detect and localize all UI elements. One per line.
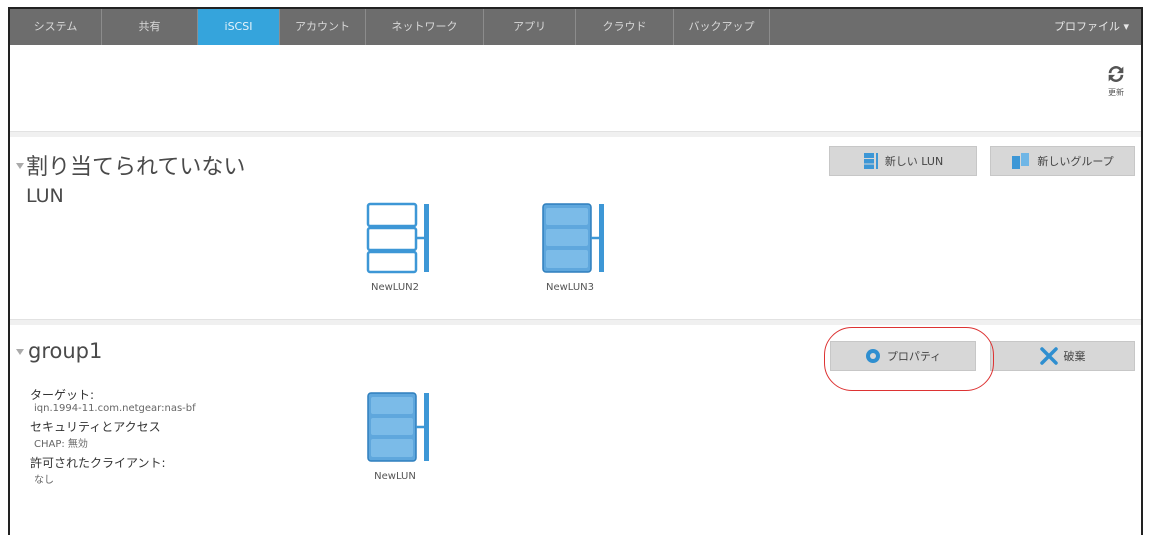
refresh-label: 更新 [1108, 88, 1124, 97]
refresh-button[interactable]: 更新 [1101, 63, 1131, 98]
security-heading: セキュリティとアクセス [30, 420, 161, 434]
lun-outline-icon [366, 202, 429, 274]
section-divider [10, 319, 1141, 325]
tab-iscsi[interactable]: iSCSI [198, 9, 280, 45]
toolbar: 更新 [10, 45, 1141, 131]
tab-accounts[interactable]: アカウント [280, 9, 366, 45]
gear-icon [865, 349, 880, 363]
delete-button[interactable]: 破棄 [990, 341, 1135, 371]
app-frame: システム 共有 iSCSI アカウント ネットワーク アプリ クラウド バックア… [8, 7, 1143, 535]
lun-filled-icon [542, 203, 604, 273]
tab-apps[interactable]: アプリ [484, 9, 576, 45]
lun-stack-icon [863, 153, 878, 169]
lun-name: NewLUN2 [370, 282, 420, 293]
collapse-caret-icon[interactable] [16, 349, 24, 355]
new-group-label: 新しいグループ [1037, 155, 1114, 168]
tab-network[interactable]: ネットワーク [366, 9, 484, 45]
profile-menu[interactable]: プロファイル ▾ [1054, 9, 1129, 45]
top-nav: システム 共有 iSCSI アカウント ネットワーク アプリ クラウド バックア… [10, 9, 1141, 45]
lun-item[interactable]: NewLUN3 [525, 202, 615, 293]
target-heading: ターゲット: [30, 388, 95, 402]
lun-name: NewLUN3 [545, 282, 595, 293]
new-lun-label: 新しい LUN [884, 155, 944, 168]
unassigned-title-lun: LUN [26, 185, 64, 207]
unassigned-title: 割り当てられていない [26, 155, 246, 180]
refresh-icon [1108, 66, 1124, 82]
lun-filled-icon [367, 392, 429, 462]
new-group-icon [1012, 153, 1030, 169]
group-title: group1 [28, 339, 103, 363]
close-icon [1039, 347, 1058, 365]
collapse-caret-icon[interactable] [16, 163, 24, 169]
tab-system[interactable]: システム [10, 9, 102, 45]
tab-backup[interactable]: バックアップ [674, 9, 770, 45]
lun-item[interactable]: NewLUN [350, 391, 440, 482]
lun-name: NewLUN [374, 471, 416, 482]
tab-shares[interactable]: 共有 [102, 9, 198, 45]
new-lun-button[interactable]: 新しい LUN [829, 146, 977, 176]
section-divider [10, 131, 1141, 137]
clients-value: なし [34, 475, 54, 486]
properties-label: プロパティ [886, 350, 942, 363]
target-value: iqn.1994-11.com.netgear:nas-bf [34, 403, 196, 414]
delete-label: 破棄 [1063, 350, 1086, 363]
group-details: ターゲット: iqn.1994-11.com.netgear:nas-bf セキ… [30, 382, 196, 486]
new-group-button[interactable]: 新しいグループ [990, 146, 1135, 176]
clients-heading: 許可されたクライアント: [30, 456, 166, 470]
lun-item[interactable]: NewLUN2 [350, 202, 440, 293]
properties-button[interactable]: プロパティ [830, 341, 976, 371]
security-value: CHAP: 無効 [34, 439, 88, 450]
tab-cloud[interactable]: クラウド [576, 9, 674, 45]
